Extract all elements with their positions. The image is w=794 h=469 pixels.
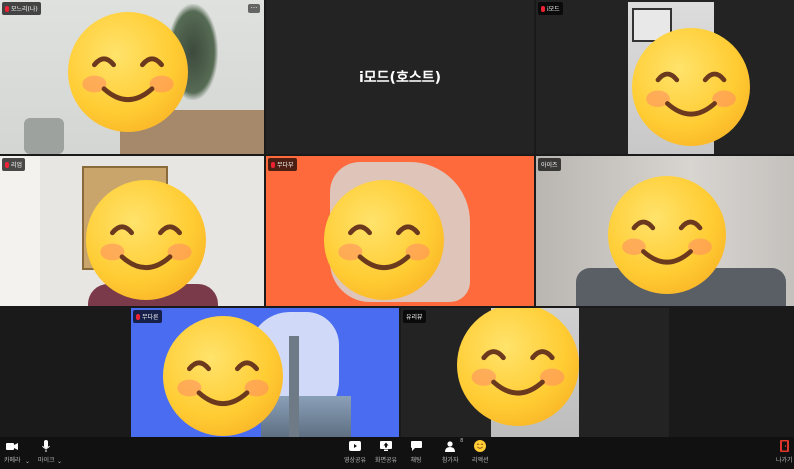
mic-muted-icon bbox=[5, 161, 9, 168]
participant-name-tag: 모느리(나) bbox=[2, 2, 41, 15]
exit-door-icon bbox=[778, 440, 790, 452]
face-emoji-icon bbox=[163, 316, 283, 436]
video-tile-riam[interactable]: 리엄 bbox=[0, 156, 264, 306]
video-grid: 모느리(나) ··· i모드(호스트) i모드 리엄 무다부 아이즈 무다른 유… bbox=[0, 0, 794, 437]
participants-count: 8 bbox=[460, 438, 464, 444]
chevron-down-icon: ⌄ bbox=[25, 458, 31, 465]
mic-muted-icon bbox=[541, 5, 545, 12]
leave-button[interactable]: 나가기 bbox=[776, 440, 793, 464]
participant-name-tag: 무다부 bbox=[268, 158, 297, 171]
video-share-button[interactable]: 영상공유 bbox=[344, 440, 366, 464]
screen-share-icon bbox=[380, 440, 393, 452]
meeting-toolbar: 카메라 ⌄ 마이크 ⌄ 영상공유 화면공유 채팅 8 참가자 리액션 나가기 bbox=[0, 437, 794, 469]
chat-button[interactable]: 채팅 bbox=[410, 440, 422, 464]
video-tile-mudareun[interactable]: 무다른 bbox=[131, 308, 399, 437]
face-emoji-icon bbox=[457, 308, 579, 426]
participants-button[interactable]: 8 참가자 bbox=[442, 438, 463, 464]
participants-icon: 8 bbox=[444, 438, 463, 452]
camera-icon bbox=[6, 440, 19, 452]
screen-share-button[interactable]: 화면공유 bbox=[375, 440, 397, 464]
video-share-label: 영상공유 bbox=[344, 457, 367, 464]
chevron-down-icon: ⌄ bbox=[57, 458, 63, 465]
screen-share-label: 화면공유 bbox=[375, 457, 398, 464]
mic-label: 마이크 bbox=[38, 457, 55, 464]
host-name-label: i모드(호스트) bbox=[359, 70, 441, 86]
participants-label: 참가자 bbox=[442, 457, 459, 464]
smile-emoji-icon bbox=[474, 440, 487, 452]
reaction-button[interactable]: 리액션 bbox=[472, 440, 489, 464]
video-tile-yuribyu[interactable]: 유리뷰 bbox=[401, 308, 669, 437]
leave-label: 나가기 bbox=[776, 457, 793, 464]
video-tile-eyes[interactable]: 아이즈 bbox=[536, 156, 794, 306]
mic-muted-icon bbox=[271, 161, 275, 168]
camera-button[interactable]: 카메라 bbox=[4, 440, 21, 464]
mic-options-chevron[interactable]: ⌄ bbox=[57, 458, 62, 465]
participant-name-tag: 리엄 bbox=[2, 158, 26, 171]
chat-icon bbox=[410, 440, 422, 452]
video-tile-imode[interactable]: i모드 bbox=[536, 0, 794, 154]
play-video-icon bbox=[349, 440, 362, 452]
face-emoji-icon bbox=[324, 180, 444, 300]
participant-name-tag: i모드 bbox=[538, 2, 563, 15]
face-emoji-icon bbox=[86, 180, 206, 300]
virtual-bg-tower bbox=[289, 336, 299, 437]
face-emoji-icon bbox=[632, 28, 750, 146]
video-tile-mudabu[interactable]: 무다부 bbox=[266, 156, 534, 306]
more-options-button[interactable]: ··· bbox=[248, 4, 260, 13]
mic-button[interactable]: 마이크 bbox=[38, 440, 55, 464]
camera-label: 카메라 bbox=[4, 457, 21, 464]
participant-name-tag: 유리뷰 bbox=[403, 310, 426, 323]
video-tile-self[interactable]: 모느리(나) ··· bbox=[0, 0, 264, 154]
chair bbox=[24, 118, 64, 154]
mic-muted-icon bbox=[136, 313, 140, 320]
mic-icon bbox=[40, 440, 52, 452]
participant-name-tag: 아이즈 bbox=[538, 158, 561, 171]
window-light bbox=[0, 156, 40, 306]
camera-options-chevron[interactable]: ⌄ bbox=[25, 458, 30, 465]
video-tile-host[interactable]: i모드(호스트) bbox=[266, 0, 534, 154]
chat-label: 채팅 bbox=[410, 457, 422, 464]
face-emoji-icon bbox=[68, 12, 188, 132]
participant-name-tag: 무다른 bbox=[133, 310, 162, 323]
face-emoji-icon bbox=[608, 176, 726, 294]
mic-muted-icon bbox=[5, 5, 9, 12]
reaction-label: 리액션 bbox=[472, 457, 489, 464]
